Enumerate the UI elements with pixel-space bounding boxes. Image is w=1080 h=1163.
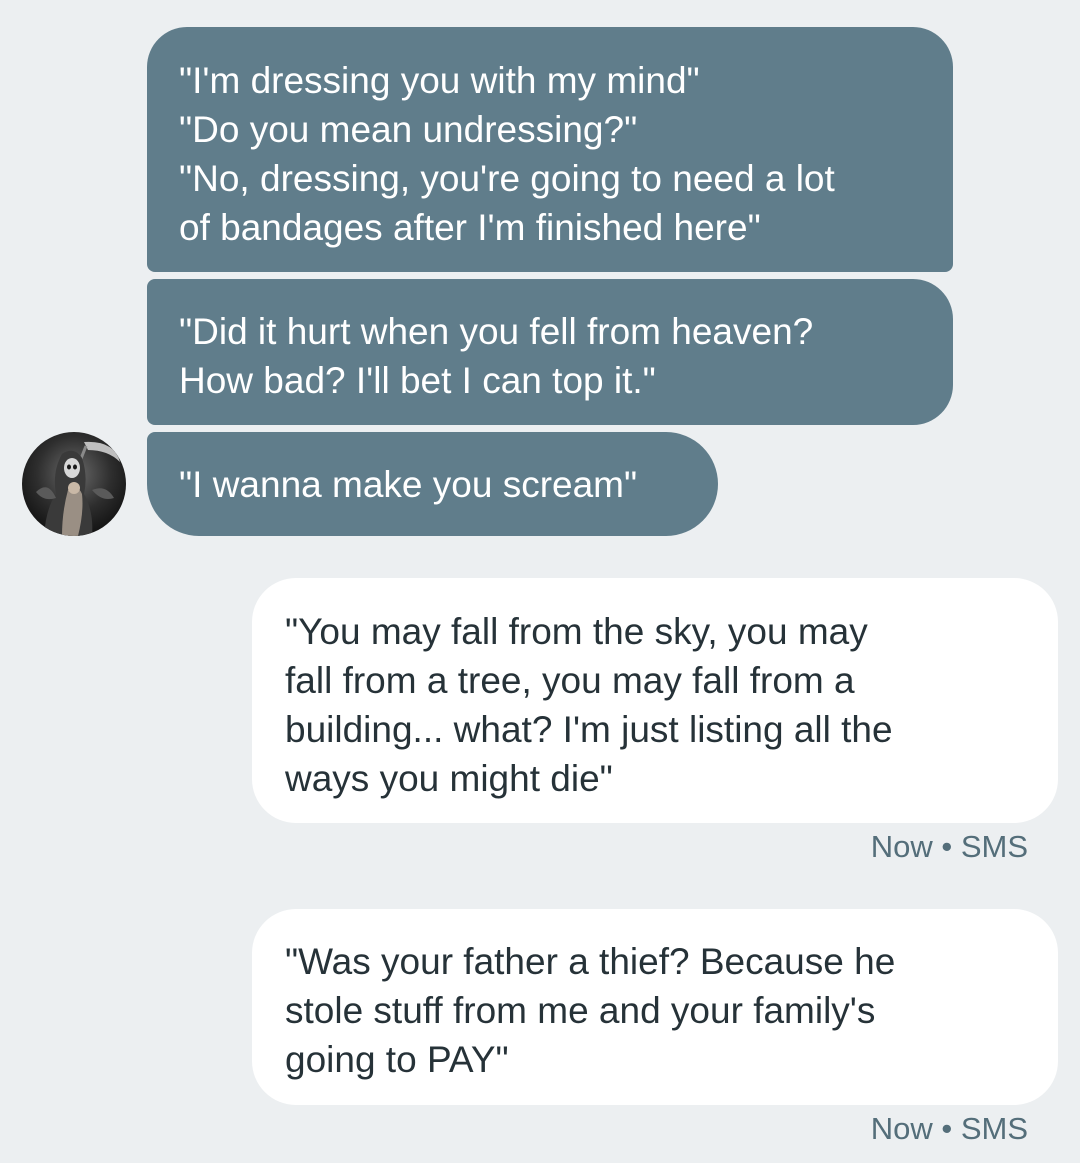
incoming-message-bubble[interactable]: "I wanna make you scream" bbox=[147, 432, 718, 536]
incoming-message-bubble[interactable]: "Did it hurt when you fell from heaven? … bbox=[147, 279, 953, 425]
message-time: Now bbox=[870, 1111, 933, 1146]
outgoing-message-bubble[interactable]: "You may fall from the sky, you may fall… bbox=[252, 578, 1058, 823]
meta-separator: • bbox=[941, 1111, 953, 1146]
message-channel: SMS bbox=[960, 1111, 1028, 1146]
message-time: Now bbox=[870, 829, 933, 864]
meta-separator: • bbox=[941, 829, 953, 864]
contact-avatar[interactable] bbox=[22, 432, 126, 536]
message-channel: SMS bbox=[960, 829, 1028, 864]
grim-reaper-avatar-icon bbox=[22, 432, 126, 536]
message-status: Now • SMS bbox=[871, 1111, 1028, 1147]
message-status: Now • SMS bbox=[871, 829, 1028, 865]
incoming-message-bubble[interactable]: "I'm dressing you with my mind" "Do you … bbox=[147, 27, 953, 272]
outgoing-message-bubble[interactable]: "Was your father a thief? Because he sto… bbox=[252, 909, 1058, 1105]
